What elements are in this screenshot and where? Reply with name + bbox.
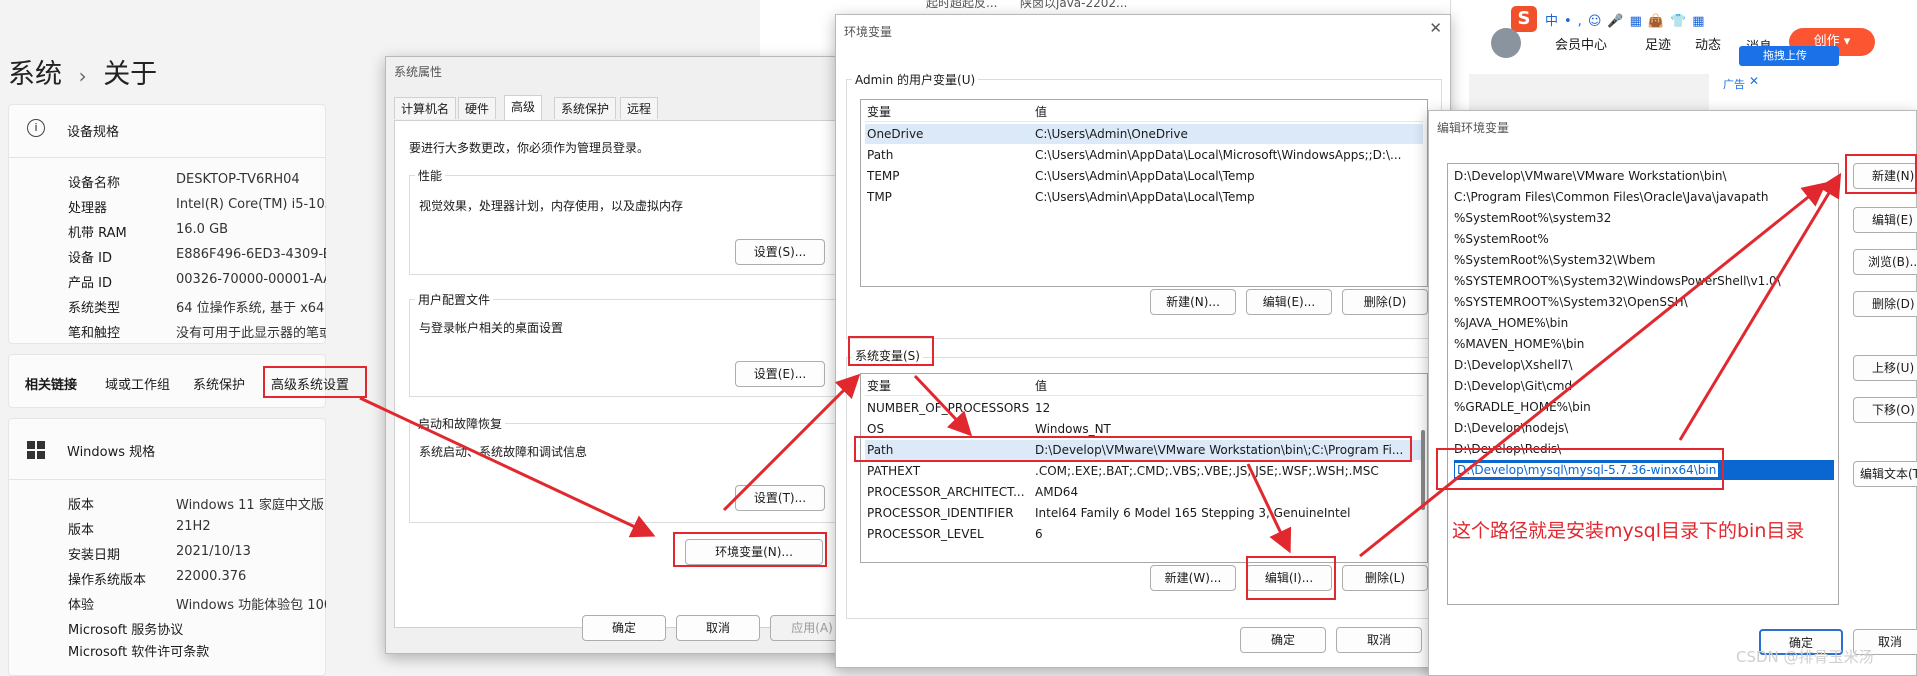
arrow-to-edit-button	[1246, 463, 1292, 554]
arrow-to-env-button	[359, 396, 656, 538]
arrow-to-path-row	[913, 374, 973, 437]
arrow-to-new-button	[1678, 172, 1842, 441]
watermark: CSDN @排骨玉米汤	[1736, 648, 1874, 666]
arrow-to-mysql-path	[1359, 182, 1827, 558]
arrow-to-system-vars	[722, 373, 861, 512]
annotation-arrows	[359, 172, 1842, 558]
